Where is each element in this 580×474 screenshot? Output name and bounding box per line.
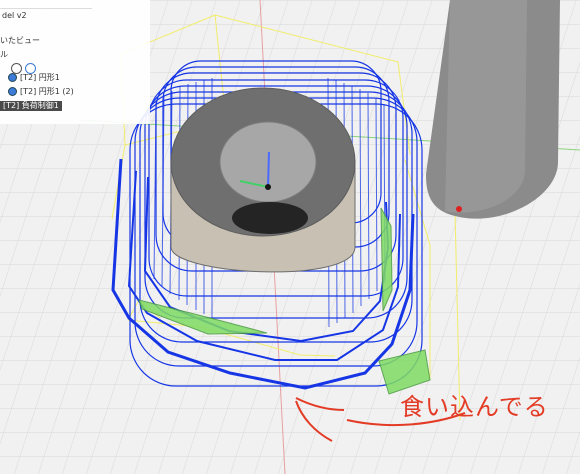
sketch-icon [8,73,17,82]
tool-tip-marker [456,206,462,212]
cylinder-stock [170,87,356,273]
tab-strip [0,0,92,9]
expand-icon[interactable] [11,63,22,74]
origin-z-axis [267,151,270,188]
sketch-icon [8,87,17,96]
sketch-item-2[interactable]: [T2] 円形1 (2) [8,87,74,97]
sketch-item-2-label: [T2] 円形1 (2) [20,87,74,96]
selected-operation[interactable]: [T2] 負荷制御1 [0,101,62,111]
browser-item-label: ル [0,50,8,59]
named-views-item[interactable]: いたビュー [0,36,40,46]
browser-item[interactable]: ル [0,50,8,60]
document-title: del v2 [2,11,27,20]
annotation-text: 食い込んでる [400,393,549,421]
browser-panel: del v2 いたビュー ル [T2] 円形1 [T2] 円形1 (2) [T2… [0,0,150,124]
sketch-item-1-label: [T2] 円形1 [20,73,60,82]
visibility-icon[interactable] [25,63,36,74]
named-views-label: いたビュー [0,36,40,45]
tool-shank [426,0,560,219]
selected-operation-label: [T2] 負荷制御1 [3,101,59,110]
sketch-item-1[interactable]: [T2] 円形1 [8,73,60,83]
origin-marker [265,184,271,190]
